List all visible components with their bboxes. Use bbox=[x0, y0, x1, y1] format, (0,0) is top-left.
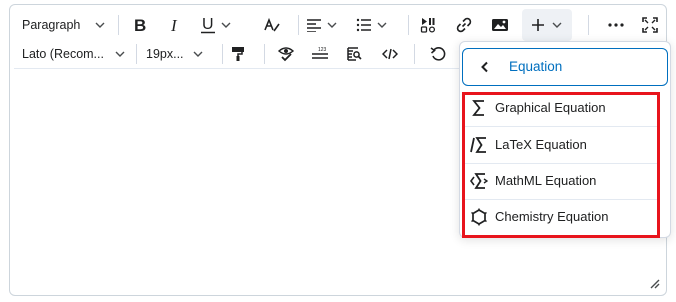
text-color-icon bbox=[264, 17, 280, 32]
block-format-label: Paragraph bbox=[22, 18, 81, 32]
accessibility-check-button[interactable] bbox=[274, 40, 298, 68]
bold-icon: B bbox=[134, 17, 146, 33]
text-format-button[interactable] bbox=[260, 11, 284, 39]
preview-button[interactable] bbox=[342, 40, 366, 68]
highlight-annotation bbox=[462, 92, 660, 238]
source-code-icon bbox=[382, 48, 398, 60]
font-size-select[interactable]: 19px... bbox=[146, 40, 216, 68]
italic-icon: I bbox=[170, 17, 178, 33]
chevron-down-icon bbox=[552, 22, 562, 28]
chevron-down-icon bbox=[193, 51, 203, 57]
insert-plus-icon bbox=[532, 19, 544, 31]
media-button[interactable] bbox=[416, 11, 440, 39]
block-format-select[interactable]: Paragraph bbox=[22, 11, 108, 39]
list-button[interactable] bbox=[356, 11, 392, 39]
underline-icon: U bbox=[201, 16, 215, 34]
toolbar-separator bbox=[222, 44, 223, 64]
source-code-button[interactable] bbox=[378, 40, 402, 68]
svg-text:U: U bbox=[202, 16, 214, 33]
accessibility-check-icon bbox=[278, 47, 294, 62]
underline-button[interactable]: U bbox=[200, 11, 244, 39]
font-size-label: 19px... bbox=[146, 47, 184, 61]
toolbar-separator bbox=[264, 44, 265, 64]
chevron-left-icon bbox=[481, 61, 488, 73]
media-icon bbox=[420, 18, 436, 33]
align-icon bbox=[307, 19, 321, 32]
list-icon bbox=[356, 18, 371, 32]
bold-button[interactable]: B bbox=[128, 11, 152, 39]
toolbar-separator bbox=[414, 44, 415, 64]
image-button[interactable] bbox=[488, 11, 512, 39]
chevron-down-icon bbox=[95, 22, 105, 28]
link-icon bbox=[456, 17, 472, 33]
svg-text:123: 123 bbox=[318, 47, 327, 53]
undo-button[interactable] bbox=[426, 40, 450, 68]
resize-grip-icon[interactable] bbox=[648, 277, 660, 289]
equation-menu-back-button[interactable]: Equation bbox=[462, 48, 668, 86]
toolbar-separator bbox=[408, 15, 409, 35]
word-count-icon: 123 bbox=[312, 47, 328, 59]
fullscreen-button[interactable] bbox=[638, 11, 662, 39]
chevron-down-icon bbox=[115, 51, 125, 57]
font-family-label: Lato (Recom... bbox=[22, 47, 104, 61]
toolbar-separator bbox=[588, 15, 589, 35]
link-button[interactable] bbox=[452, 11, 476, 39]
svg-text:B: B bbox=[134, 17, 146, 33]
image-icon bbox=[492, 19, 508, 31]
word-count-button[interactable]: 123 bbox=[308, 40, 332, 68]
fullscreen-icon bbox=[642, 17, 658, 33]
more-icon bbox=[608, 23, 624, 27]
more-button[interactable] bbox=[604, 11, 628, 39]
toolbar-separator bbox=[118, 15, 119, 35]
preview-icon bbox=[347, 47, 362, 61]
undo-icon bbox=[430, 47, 446, 61]
svg-text:I: I bbox=[170, 17, 178, 33]
chevron-down-icon bbox=[221, 22, 231, 28]
insert-button[interactable] bbox=[522, 9, 572, 41]
italic-button[interactable]: I bbox=[164, 11, 188, 39]
format-painter-button[interactable] bbox=[226, 40, 250, 68]
align-button[interactable] bbox=[306, 11, 342, 39]
menu-title: Equation bbox=[509, 59, 563, 74]
format-painter-icon bbox=[232, 47, 244, 61]
toolbar-separator bbox=[298, 15, 299, 35]
toolbar-separator bbox=[136, 44, 137, 64]
font-family-select[interactable]: Lato (Recom... bbox=[22, 40, 130, 68]
chevron-down-icon bbox=[377, 22, 387, 28]
chevron-down-icon bbox=[327, 22, 337, 28]
